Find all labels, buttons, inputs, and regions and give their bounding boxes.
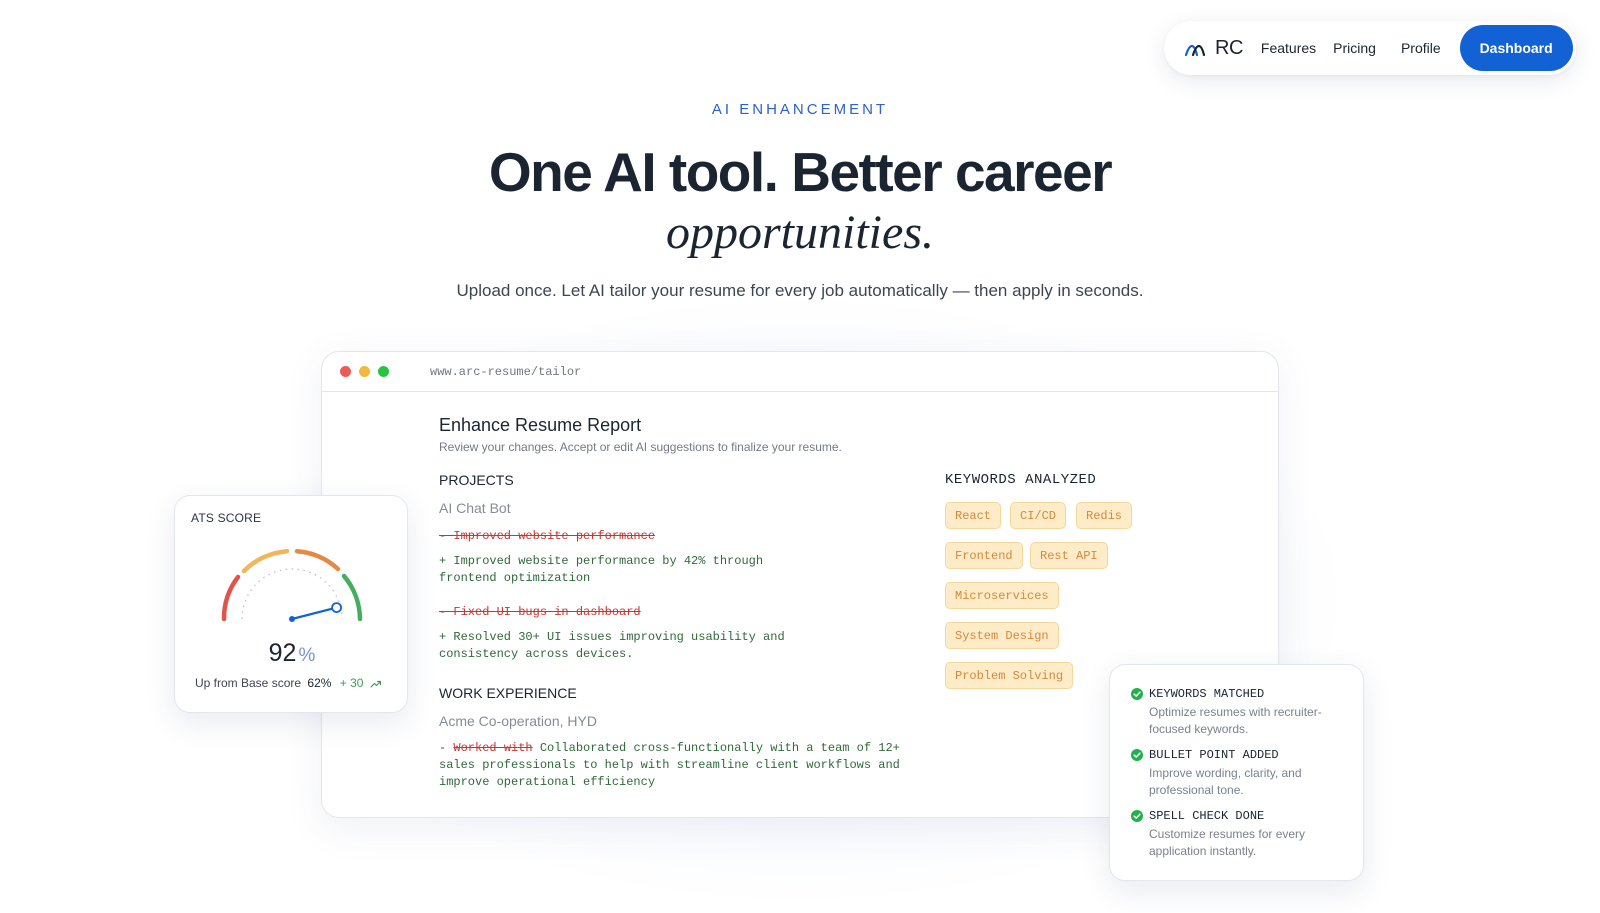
ats-score-unit: % [298,645,316,666]
logo-text: RC [1215,36,1243,59]
ats-score-label: ATS SCORE [191,511,262,525]
headline-italic: opportunities. [665,206,934,259]
work-change-line: improve operational efficiency [439,775,656,789]
keyword-chip[interactable]: Frontend [945,542,1023,569]
gauge-needle [290,606,338,621]
checklist-desc: Optimize resumes with recruiter-focused … [1149,705,1322,736]
added-line-text: frontend optimization [439,571,591,585]
ats-score-value: 92% [175,639,409,668]
project-name: AI Chat Bot [439,500,511,516]
minimize-dot-icon [359,366,370,377]
checklist-item: BULLET POINT ADDED Improve wording, clar… [1131,748,1346,799]
ats-score-footer: Up from Base score 62% + 30 [195,676,382,690]
maximize-dot-icon [378,366,389,377]
top-nav: RC Features Pricing Profile Dashboard [1164,21,1576,75]
nav-link-features[interactable]: Features [1261,40,1316,56]
check-circle-icon [1131,810,1143,822]
logo[interactable]: RC [1184,37,1243,60]
keyword-chip[interactable]: Problem Solving [945,662,1074,689]
added-line-text: + Resolved 30+ UI issues improving usabi… [439,630,785,644]
work-change-line: sales professionals to help with streaml… [439,758,900,772]
checklist-title: BULLET POINT ADDED [1149,748,1279,762]
keyword-chip[interactable]: Microservices [945,582,1059,609]
dashboard-button[interactable]: Dashboard [1459,25,1573,71]
keyword-chip[interactable]: Rest API [1030,542,1108,569]
work-added-text: Collaborated cross-functionally with a t… [532,741,900,755]
trend-up-icon [370,680,381,688]
arc-logo-icon [1184,44,1206,56]
keyword-chip[interactable]: CI/CD [1010,502,1067,529]
report-subtitle: Review your changes. Accept or edit AI s… [439,440,842,454]
company-name: Acme Co-operation, HYD [439,713,597,729]
checklist-desc: Improve wording, clarity, and profession… [1149,766,1302,797]
ats-gauge [221,548,363,622]
nav-link-pricing[interactable]: Pricing [1333,40,1376,56]
keyword-chip[interactable]: React [945,502,1002,529]
gauge-knob [331,602,342,613]
work-removed-text: Worked with [453,741,533,755]
added-line-text: consistency across devices. [439,647,634,661]
keyword-chip[interactable]: System Design [945,622,1059,649]
keywords-heading: KEYWORDS ANALYZED [945,472,1097,488]
added-line[interactable]: + Resolved 30+ UI issues improving usabi… [439,629,785,663]
browser-toolbar: www.arc-resume/tailor [322,352,1278,392]
ats-score-number: 92 [268,639,297,667]
added-line[interactable]: + Improved website performance by 42% th… [439,553,763,587]
removed-line[interactable]: - Improved website performance [439,528,655,545]
projects-heading: PROJECTS [439,472,514,488]
work-prefix: - [439,741,454,755]
score-gain: + 30 [339,676,364,690]
work-change-line: - Worked with Collaborated cross-functio… [439,740,900,757]
nav-link-profile[interactable]: Profile [1401,40,1441,56]
headline: One AI tool. Better career [488,141,1113,203]
checklist-item: SPELL CHECK DONE Customize resumes for e… [1131,809,1346,860]
report-title: Enhance Resume Report [439,415,642,435]
address-bar[interactable]: www.arc-resume/tailor [430,365,581,379]
removed-line[interactable]: - Fixed UI bugs in dashboard [439,604,641,621]
base-score-value: 62% [307,676,332,690]
added-line-text: + Improved website performance by 42% th… [439,554,764,568]
checklist-card: KEYWORDS MATCHED Optimize resumes with r… [1109,664,1364,881]
keyword-chip[interactable]: Redis [1076,502,1133,529]
checklist-item: KEYWORDS MATCHED Optimize resumes with r… [1131,687,1346,738]
check-circle-icon [1131,688,1143,700]
close-dot-icon [340,366,351,377]
checklist-desc: Customize resumes for every application … [1149,827,1306,858]
base-score-label: Up from Base score [195,676,302,690]
checklist-title: KEYWORDS MATCHED [1149,687,1265,701]
subheadline: Upload once. Let AI tailor your resume f… [456,281,1144,300]
work-change[interactable]: - Worked with Collaborated cross-functio… [439,740,900,791]
checklist-title: SPELL CHECK DONE [1149,809,1265,823]
work-experience-heading: WORK EXPERIENCE [439,685,577,701]
ats-score-card: ATS SCORE 92% Up from Base score 62% + 3… [174,495,408,713]
check-circle-icon [1131,749,1143,761]
eyebrow-label: AI ENHANCEMENT [711,101,889,118]
gauge-pivot [289,616,295,622]
